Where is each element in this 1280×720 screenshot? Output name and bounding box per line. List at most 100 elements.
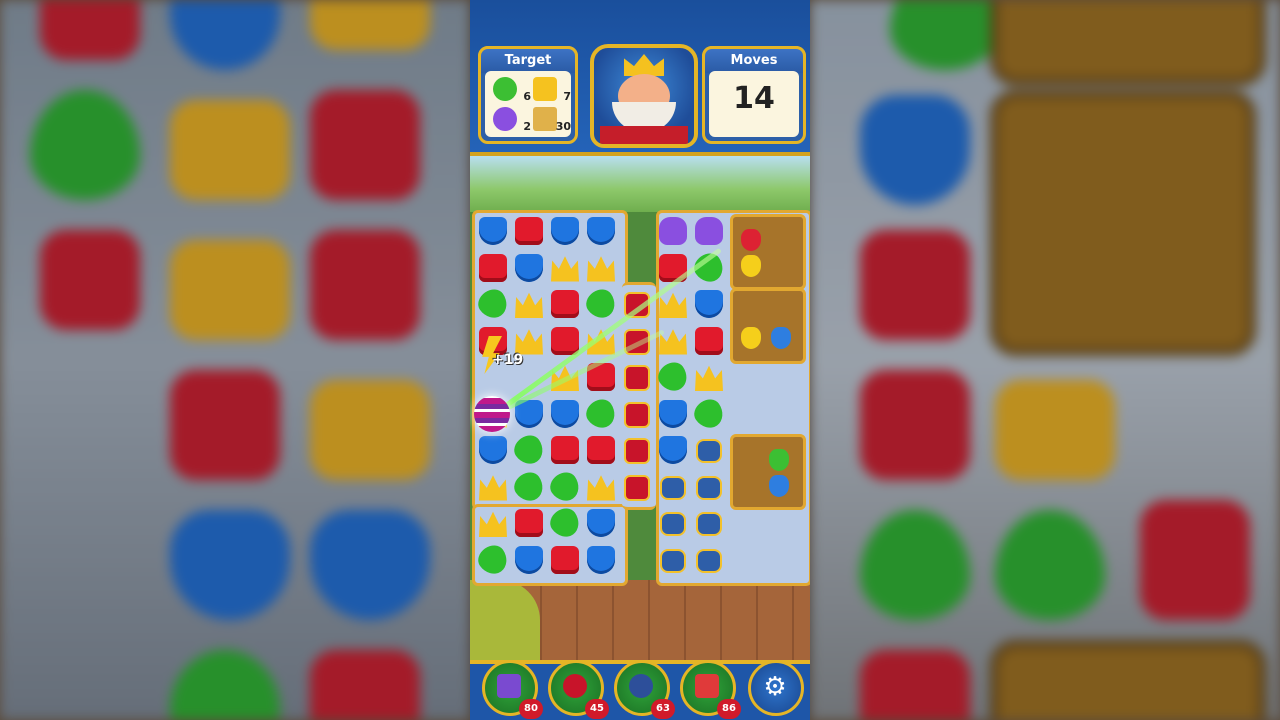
board-cell[interactable] — [584, 506, 618, 540]
board-cell[interactable] — [656, 506, 690, 540]
frog-tile-icon — [659, 217, 687, 245]
board-cell[interactable] — [512, 251, 546, 285]
board-cell[interactable] — [620, 470, 654, 504]
board-cell[interactable] — [548, 251, 582, 285]
board-cell[interactable] — [656, 470, 690, 504]
settings-button[interactable]: ⚙ — [748, 660, 804, 716]
jar-tile-icon — [660, 548, 686, 573]
board-cell[interactable] — [548, 287, 582, 321]
board-cell[interactable] — [545, 503, 585, 543]
board-cell[interactable] — [692, 543, 726, 577]
green-tile-icon — [473, 284, 513, 324]
grass-patch — [470, 580, 540, 670]
pot-shelf — [730, 288, 806, 364]
board-cell[interactable] — [512, 543, 546, 577]
gold-tile-icon — [587, 256, 615, 282]
board-cell[interactable] — [692, 287, 726, 321]
moves-header: Moves — [702, 46, 806, 73]
jester-booster-button[interactable]: 86 — [680, 660, 741, 719]
board-cell[interactable] — [620, 360, 654, 394]
game-board[interactable] — [472, 210, 810, 586]
board-cell[interactable] — [656, 543, 690, 577]
board-cell[interactable] — [620, 433, 654, 467]
chest-tile-icon — [624, 438, 650, 464]
board-cell[interactable] — [584, 470, 618, 504]
hammer-icon — [497, 674, 521, 698]
target-count: 30 — [555, 120, 571, 133]
booster-count: 80 — [519, 699, 543, 719]
moves-panel: Moves 14 — [702, 46, 806, 144]
board-cell[interactable] — [512, 214, 546, 248]
board-cell[interactable] — [656, 214, 690, 248]
board-cell[interactable] — [620, 397, 654, 431]
arrow-booster-button[interactable]: 45 — [548, 660, 609, 719]
board-cell[interactable] — [509, 430, 549, 470]
board-cell[interactable] — [656, 251, 690, 285]
gear-icon: ⚙ — [763, 672, 787, 702]
board-cell[interactable] — [584, 251, 618, 285]
board-cell[interactable] — [581, 284, 621, 324]
red-tile-icon — [515, 509, 543, 537]
cannon-icon — [629, 674, 653, 698]
board-cell[interactable] — [692, 214, 726, 248]
board-cell[interactable] — [692, 506, 726, 540]
board-cell[interactable] — [689, 394, 729, 433]
red-tile-icon — [587, 436, 615, 464]
board-cell[interactable] — [584, 543, 618, 577]
red-tile-icon — [695, 326, 723, 355]
blue-tile-icon — [551, 217, 579, 245]
yellow-pot-icon — [741, 255, 761, 277]
board-cell[interactable] — [584, 214, 618, 248]
cannon-booster-button[interactable]: 63 — [614, 660, 675, 719]
bow-arrow-icon — [563, 674, 587, 698]
board-cell[interactable] — [476, 214, 510, 248]
purple-frog-icon — [493, 107, 517, 131]
blue-pot-icon — [769, 475, 789, 497]
green-tile-icon — [545, 467, 585, 506]
hammer-booster-button[interactable]: 80 — [482, 660, 543, 719]
board-cell[interactable] — [476, 506, 510, 540]
gold-tile-icon — [551, 256, 579, 282]
board-cell[interactable] — [656, 324, 690, 358]
board-cell[interactable] — [512, 506, 546, 540]
target-item-green-pot: 6 — [491, 75, 531, 103]
board-cell[interactable] — [473, 540, 513, 579]
rainbow-ball-icon[interactable] — [474, 396, 510, 432]
blue-pot-icon — [771, 327, 791, 349]
board-cell[interactable] — [476, 433, 510, 467]
target-count: 6 — [523, 90, 531, 103]
board-cell[interactable] — [548, 397, 582, 431]
jar-tile-icon — [696, 475, 722, 500]
board-cell[interactable] — [581, 394, 621, 433]
board-cell[interactable] — [656, 433, 690, 467]
board-cell[interactable] — [692, 470, 726, 504]
board-cell[interactable] — [548, 543, 582, 577]
bow-icon — [533, 77, 557, 101]
board-cell[interactable] — [548, 433, 582, 467]
board-cell[interactable] — [512, 287, 546, 321]
board-cell[interactable] — [653, 357, 693, 397]
board-cell[interactable] — [548, 214, 582, 248]
board-cell[interactable] — [692, 360, 726, 394]
game-screen: Target 6 7 2 30 Moves 14 +19 80 45 63 86… — [470, 0, 810, 720]
blue-tile-icon — [587, 509, 615, 537]
gold-tile-icon — [515, 329, 543, 355]
red-pot-icon — [741, 229, 761, 251]
board-cell[interactable] — [476, 251, 510, 285]
board-cell[interactable] — [656, 397, 690, 431]
board-cell[interactable] — [509, 467, 549, 506]
board-cell[interactable] — [692, 433, 726, 467]
board-cell[interactable] — [476, 470, 510, 504]
board-cell[interactable] — [584, 433, 618, 467]
board-cell[interactable] — [545, 467, 585, 506]
booster-count: 45 — [585, 699, 609, 719]
target-panel: Target 6 7 2 30 — [478, 46, 578, 144]
board-cell[interactable] — [473, 284, 513, 324]
green-tile-icon — [509, 430, 549, 470]
board-cell[interactable] — [692, 324, 726, 358]
booster-popup-label: +19 — [492, 352, 524, 368]
blue-tile-icon — [479, 217, 507, 245]
booster-count: 86 — [717, 699, 741, 719]
target-item-bow: 7 — [531, 75, 571, 103]
green-tile-icon — [581, 284, 621, 324]
